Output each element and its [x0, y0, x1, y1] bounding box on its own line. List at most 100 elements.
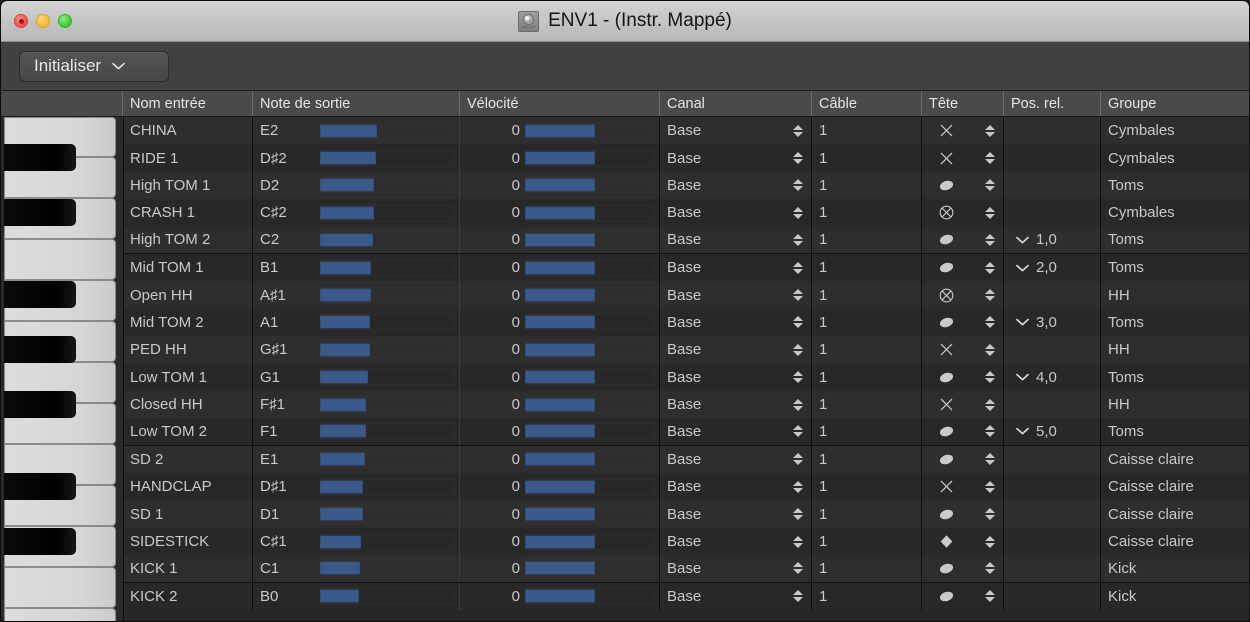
- table-body[interactable]: CHINAE20Base1CymbalesRIDE 1D♯20Base1Cymb…: [1, 117, 1249, 622]
- value-slider[interactable]: [525, 144, 659, 171]
- pos-rel-chevron-down-icon[interactable]: [1016, 236, 1029, 244]
- column-header-canal[interactable]: Canal: [660, 91, 812, 116]
- cell-nom-entree[interactable]: High TOM 1: [123, 172, 253, 199]
- cell-groupe[interactable]: Kick: [1101, 555, 1249, 581]
- value-slider[interactable]: [320, 446, 459, 473]
- cell-cable[interactable]: 1: [812, 473, 922, 500]
- cell-nom-entree[interactable]: Low TOM 1: [123, 364, 253, 391]
- cell-velocite[interactable]: 0: [460, 500, 660, 527]
- cell-groupe[interactable]: Cymbales: [1101, 117, 1249, 144]
- table-row[interactable]: High TOM 2C20Base11,0Toms: [1, 227, 1249, 254]
- cell-canal[interactable]: Base: [660, 528, 812, 555]
- cell-canal[interactable]: Base: [660, 172, 812, 199]
- column-header-vel[interactable]: Vélocité: [460, 91, 660, 116]
- cell-canal[interactable]: Base: [660, 473, 812, 500]
- table-row[interactable]: PED HHG♯10Base1HH: [1, 336, 1249, 363]
- cell-tete[interactable]: [922, 446, 1004, 473]
- value-slider[interactable]: [320, 583, 459, 610]
- cell-groupe[interactable]: Toms: [1101, 309, 1249, 336]
- cell-nom-entree[interactable]: KICK 2: [123, 583, 253, 610]
- cell-groupe[interactable]: Toms: [1101, 172, 1249, 199]
- oval-notehead-icon[interactable]: [938, 588, 955, 605]
- cell-nom-entree[interactable]: Low TOM 2: [123, 418, 253, 444]
- value-slider[interactable]: [525, 583, 659, 610]
- stepper-arrows[interactable]: [792, 478, 803, 495]
- stepper-arrows[interactable]: [792, 451, 803, 468]
- piano-white-key[interactable]: [4, 239, 116, 280]
- value-slider[interactable]: [320, 500, 459, 527]
- cell-tete[interactable]: [922, 309, 1004, 336]
- cell-groupe[interactable]: Cymbales: [1101, 199, 1249, 226]
- table-row[interactable]: SD 2E10Base1Caisse claire: [1, 446, 1249, 473]
- cell-note-de-sortie[interactable]: C2: [253, 227, 460, 253]
- cell-note-de-sortie[interactable]: F1: [253, 418, 460, 444]
- cell-nom-entree[interactable]: High TOM 2: [123, 227, 253, 253]
- cell-pos-rel[interactable]: [1004, 172, 1101, 199]
- cell-pos-rel[interactable]: [1004, 281, 1101, 308]
- cell-cable[interactable]: 1: [812, 309, 922, 336]
- stepper-arrows[interactable]: [984, 150, 995, 167]
- cell-note-de-sortie[interactable]: A1: [253, 309, 460, 336]
- value-slider[interactable]: [525, 172, 659, 199]
- stepper-arrows[interactable]: [984, 259, 995, 276]
- cell-note-de-sortie[interactable]: C♯1: [253, 528, 460, 555]
- cell-velocite[interactable]: 0: [460, 309, 660, 336]
- stepper-arrows[interactable]: [984, 533, 995, 550]
- value-slider[interactable]: [525, 446, 659, 473]
- value-slider[interactable]: [525, 336, 659, 363]
- cell-groupe[interactable]: Kick: [1101, 583, 1249, 610]
- table-row[interactable]: Mid TOM 1B10Base12,0Toms: [1, 254, 1249, 281]
- stepper-arrows[interactable]: [984, 506, 995, 523]
- cell-cable[interactable]: 1: [812, 117, 922, 144]
- stepper-arrows[interactable]: [984, 122, 995, 139]
- cell-tete[interactable]: [922, 391, 1004, 418]
- cell-groupe[interactable]: Caisse claire: [1101, 500, 1249, 527]
- stepper-arrows[interactable]: [984, 177, 995, 194]
- cell-note-de-sortie[interactable]: G♯1: [253, 336, 460, 363]
- column-header-keyboard[interactable]: [1, 91, 123, 116]
- cell-canal[interactable]: Base: [660, 199, 812, 226]
- value-slider[interactable]: [525, 117, 659, 144]
- stepper-arrows[interactable]: [792, 423, 803, 440]
- cell-nom-entree[interactable]: HANDCLAP: [123, 473, 253, 500]
- cell-pos-rel[interactable]: 4,0: [1004, 364, 1101, 391]
- cell-nom-entree[interactable]: SD 2: [123, 446, 253, 473]
- cell-groupe[interactable]: HH: [1101, 336, 1249, 363]
- cell-note-de-sortie[interactable]: B1: [253, 254, 460, 281]
- cell-nom-entree[interactable]: Closed HH: [123, 391, 253, 418]
- cell-nom-entree[interactable]: SIDESTICK: [123, 528, 253, 555]
- cell-velocite[interactable]: 0: [460, 172, 660, 199]
- circle-x-notehead-icon[interactable]: [938, 204, 955, 221]
- cell-note-de-sortie[interactable]: E1: [253, 446, 460, 473]
- value-slider[interactable]: [525, 364, 659, 391]
- cell-groupe[interactable]: Caisse claire: [1101, 446, 1249, 473]
- cell-nom-entree[interactable]: Mid TOM 2: [123, 309, 253, 336]
- cell-cable[interactable]: 1: [812, 172, 922, 199]
- oval-notehead-icon[interactable]: [938, 369, 955, 386]
- pos-rel-chevron-down-icon[interactable]: [1016, 318, 1029, 326]
- cell-velocite[interactable]: 0: [460, 117, 660, 144]
- value-slider[interactable]: [320, 227, 459, 253]
- cell-note-de-sortie[interactable]: B0: [253, 583, 460, 610]
- cell-tete[interactable]: [922, 199, 1004, 226]
- stepper-arrows[interactable]: [984, 204, 995, 221]
- cell-pos-rel[interactable]: [1004, 500, 1101, 527]
- piano-black-key[interactable]: [4, 199, 76, 226]
- value-slider[interactable]: [320, 364, 459, 391]
- cell-groupe[interactable]: Cymbales: [1101, 144, 1249, 171]
- cell-note-de-sortie[interactable]: G1: [253, 364, 460, 391]
- cell-tete[interactable]: [922, 281, 1004, 308]
- value-slider[interactable]: [320, 144, 459, 171]
- cell-velocite[interactable]: 0: [460, 418, 660, 444]
- value-slider[interactable]: [320, 117, 459, 144]
- cell-cable[interactable]: 1: [812, 364, 922, 391]
- cell-canal[interactable]: Base: [660, 117, 812, 144]
- value-slider[interactable]: [320, 309, 459, 336]
- cell-note-de-sortie[interactable]: D1: [253, 500, 460, 527]
- stepper-arrows[interactable]: [792, 341, 803, 358]
- cell-velocite[interactable]: 0: [460, 473, 660, 500]
- cell-tete[interactable]: [922, 117, 1004, 144]
- cell-pos-rel[interactable]: [1004, 473, 1101, 500]
- oval-notehead-icon[interactable]: [938, 560, 955, 577]
- stepper-arrows[interactable]: [984, 423, 995, 440]
